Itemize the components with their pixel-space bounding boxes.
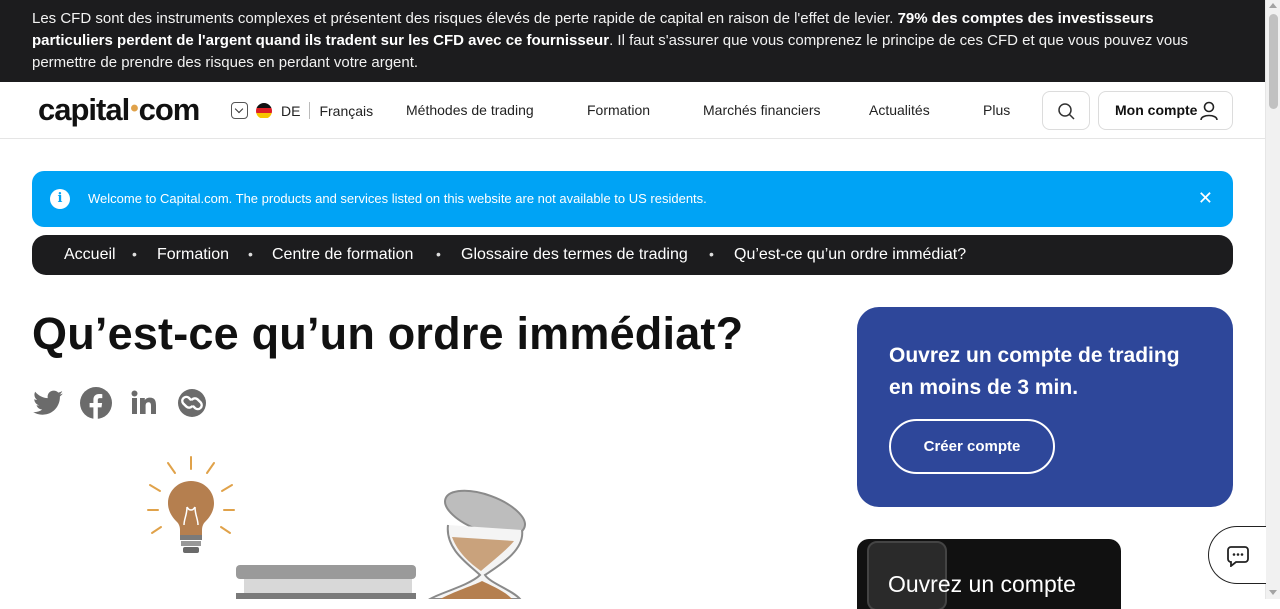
search-icon: [1058, 103, 1075, 120]
open-account-heading: Ouvrez un compte de trading en moins de …: [889, 344, 1180, 399]
country-code[interactable]: DE: [281, 103, 300, 119]
breadcrumb-separator: •: [248, 246, 253, 262]
my-account-button[interactable]: Mon compte: [1098, 91, 1233, 130]
breadcrumb-learning-center[interactable]: Centre de formation: [272, 246, 413, 264]
breadcrumb: Accueil • Formation • Centre de formatio…: [32, 235, 1233, 275]
breadcrumb-glossary[interactable]: Glossaire des termes de trading: [461, 246, 688, 264]
nav-financial-markets[interactable]: Marchés financiers: [703, 102, 821, 118]
breadcrumb-current-page: Qu’est-ce qu’un ordre immédiat?: [734, 246, 967, 263]
promo-card-text: Ouvrez un compte: [888, 571, 1076, 597]
vertical-scrollbar[interactable]: [1265, 0, 1280, 599]
language-selector[interactable]: DE Français: [231, 102, 373, 119]
open-account-card: Ouvrez un compte de trading en moins de …: [857, 307, 1233, 507]
scroll-up-arrow-icon[interactable]: [1269, 3, 1277, 8]
logo-dot: •: [130, 95, 138, 122]
breadcrumb-separator: •: [132, 246, 137, 262]
nav-trading-methods[interactable]: Méthodes de trading: [406, 102, 534, 118]
close-icon[interactable]: ✕: [1198, 188, 1213, 209]
breadcrumb-separator: •: [709, 246, 714, 262]
page-title: Qu’est-ce qu’un ordre immédiat?: [32, 308, 744, 359]
link-icon[interactable]: [176, 387, 208, 419]
nav-news[interactable]: Actualités: [869, 102, 930, 118]
facebook-icon[interactable]: [80, 387, 112, 419]
chat-icon: [1227, 546, 1249, 567]
german-flag-icon: [256, 102, 272, 119]
risk-warning-text: Les CFD sont des instruments complexes e…: [32, 10, 898, 27]
linkedin-icon[interactable]: [128, 387, 160, 419]
logo-text-right: com: [138, 92, 201, 127]
my-account-label: Mon compte: [1115, 102, 1198, 118]
us-residents-notice: i Welcome to Capital.com. The products a…: [32, 171, 1233, 227]
notice-text: Welcome to Capital.com. The products and…: [88, 191, 707, 206]
scroll-down-arrow-icon[interactable]: [1269, 590, 1277, 595]
risk-warning-banner: Les CFD sont des instruments complexes e…: [0, 0, 1265, 82]
breadcrumb-separator: •: [436, 246, 441, 262]
nav-more[interactable]: Plus: [983, 102, 1010, 118]
scrollbar-thumb[interactable]: [1269, 14, 1278, 109]
breadcrumb-home[interactable]: Accueil: [64, 246, 116, 264]
chat-button[interactable]: [1208, 526, 1266, 584]
twitter-icon[interactable]: [32, 387, 64, 419]
nav-education[interactable]: Formation: [587, 102, 650, 118]
logo-text-left: capital: [38, 92, 130, 127]
info-icon: i: [50, 189, 70, 209]
create-account-button[interactable]: Créer compte: [889, 419, 1055, 474]
search-button[interactable]: [1042, 91, 1090, 130]
chevron-down-icon[interactable]: [231, 102, 248, 119]
language-label[interactable]: Français: [319, 103, 373, 119]
capital-com-logo[interactable]: capital•com: [38, 92, 201, 128]
lightbulb-hourglass-illustration: [147, 456, 526, 599]
user-icon: [1200, 101, 1218, 121]
language-divider: [309, 102, 311, 119]
site-header: capital•com DE Français Méthodes de trad…: [0, 82, 1265, 139]
breadcrumb-education[interactable]: Formation: [157, 246, 229, 264]
